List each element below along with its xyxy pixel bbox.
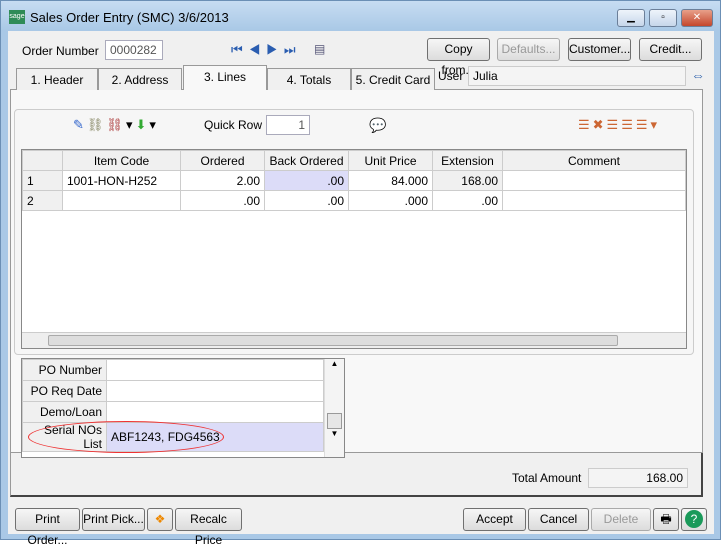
col-back-ordered[interactable]: Back Ordered [264, 150, 349, 171]
window: sage Sales Order Entry (SMC) 3/6/2013 ▁ … [0, 0, 721, 547]
print-pick-button[interactable]: Print Pick... [82, 508, 145, 531]
order-number-input[interactable]: 0000282 [105, 40, 163, 60]
order-number-label: Order Number [22, 44, 99, 58]
user-field: Julia [468, 66, 686, 86]
toolbar-icons[interactable]: ✎⛓⛓▾⬇▾ [73, 117, 159, 133]
col-rownum [22, 150, 63, 171]
cell-unit-price[interactable]: .000 [348, 190, 433, 211]
accept-button[interactable]: Accept [463, 508, 526, 531]
print-icon-button[interactable]: 🖶 [653, 508, 679, 531]
cell-item-code[interactable]: 1001-HON-H252 [62, 170, 181, 191]
notes-icon[interactable]: ▤ [314, 42, 325, 56]
row-number: 1 [22, 170, 63, 191]
line-edit-icons[interactable]: ☰✖☰☰☰▾ [578, 117, 660, 133]
wand-icon[interactable]: ✎ [73, 117, 87, 132]
quick-row-input[interactable]: 1 [266, 115, 310, 135]
udf-grid: PO Number PO Req Date Demo/Loan Serial N… [21, 358, 345, 458]
tab-totals[interactable]: 4. Totals [267, 68, 351, 90]
defaults-button[interactable]: Defaults... [497, 38, 560, 61]
maximize-button[interactable]: ▫ [649, 9, 677, 27]
horizontal-scrollbar[interactable] [22, 332, 686, 348]
tab-lines[interactable]: 3. Lines [183, 65, 267, 90]
udf-label: Demo/Loan [22, 401, 107, 423]
row-number: 2 [22, 190, 63, 211]
expand-icon[interactable]: ⇔ [691, 67, 705, 83]
cancel-button[interactable]: Cancel [528, 508, 589, 531]
lines-grid: Item Code Ordered Back Ordered Unit Pric… [21, 149, 687, 349]
help-icon: ? [685, 510, 703, 528]
close-button[interactable]: ✕ [681, 9, 713, 27]
cell-back-ordered[interactable]: .00 [264, 170, 349, 191]
cell-item-code[interactable] [62, 190, 181, 211]
binoculars-icon[interactable]: ⛓ [87, 117, 107, 132]
title-bar: sage Sales Order Entry (SMC) 3/6/2013 ▁ … [1, 1, 720, 31]
quick-row-label: Quick Row [204, 118, 263, 132]
col-ordered[interactable]: Ordered [180, 150, 265, 171]
cell-ordered[interactable]: 2.00 [180, 170, 265, 191]
udf-label: PO Number [22, 359, 107, 381]
udf-row[interactable]: Demo/Loan [22, 401, 324, 423]
tab-header[interactable]: 1. Header [16, 68, 98, 90]
udf-value[interactable] [106, 401, 324, 423]
binoculars-red-icon[interactable]: ⛓ [106, 117, 126, 132]
copy-from-button[interactable]: Copy from... [427, 38, 490, 77]
windows-icon-button[interactable]: ❖ [147, 508, 173, 531]
grid-header: Item Code Ordered Back Ordered Unit Pric… [22, 150, 686, 171]
cell-unit-price[interactable]: 84.000 [348, 170, 433, 191]
vertical-scrollbar[interactable]: ▲ ▼ [324, 359, 344, 457]
highlight-ellipse [28, 421, 224, 453]
recalc-price-button[interactable]: Recalc Price [175, 508, 242, 547]
sage-logo: sage [9, 10, 25, 24]
record-navigation-icons[interactable]: ⏮◀▶⏭ [231, 42, 302, 58]
delete-button[interactable]: Delete [591, 508, 651, 531]
cell-comment[interactable] [502, 170, 686, 191]
table-row[interactable]: 2 .00 .00 .000 .00 [22, 190, 686, 211]
col-unit-price[interactable]: Unit Price [348, 150, 433, 171]
minimize-button[interactable]: ▁ [617, 9, 645, 27]
col-item-code[interactable]: Item Code [62, 150, 181, 171]
udf-value[interactable] [106, 359, 324, 381]
col-extension[interactable]: Extension [432, 150, 503, 171]
cell-back-ordered[interactable]: .00 [264, 190, 349, 211]
cell-extension: 168.00 [432, 170, 503, 191]
tab-credit-card[interactable]: 5. Credit Card [351, 68, 435, 90]
cell-comment[interactable] [502, 190, 686, 211]
help-button[interactable]: ? [681, 508, 707, 531]
cell-extension: .00 [432, 190, 503, 211]
credit-button[interactable]: Credit... [639, 38, 702, 61]
tab-address[interactable]: 2. Address [98, 68, 182, 90]
udf-row[interactable]: PO Req Date [22, 380, 324, 402]
import-icon[interactable]: ⬇ [135, 117, 149, 132]
comment-icon[interactable]: 💬 [369, 117, 386, 134]
table-row[interactable]: 1 1001-HON-H252 2.00 .00 84.000 168.00 [22, 170, 686, 191]
print-order-button[interactable]: Print Order... [15, 508, 80, 547]
udf-label: PO Req Date [22, 380, 107, 402]
col-comment[interactable]: Comment [502, 150, 686, 171]
customer-button[interactable]: Customer... [568, 38, 631, 61]
window-title: Sales Order Entry (SMC) 3/6/2013 [30, 10, 229, 25]
udf-value[interactable] [106, 380, 324, 402]
udf-row[interactable]: PO Number [22, 359, 324, 381]
user-label: User [438, 69, 464, 83]
cell-ordered[interactable]: .00 [180, 190, 265, 211]
